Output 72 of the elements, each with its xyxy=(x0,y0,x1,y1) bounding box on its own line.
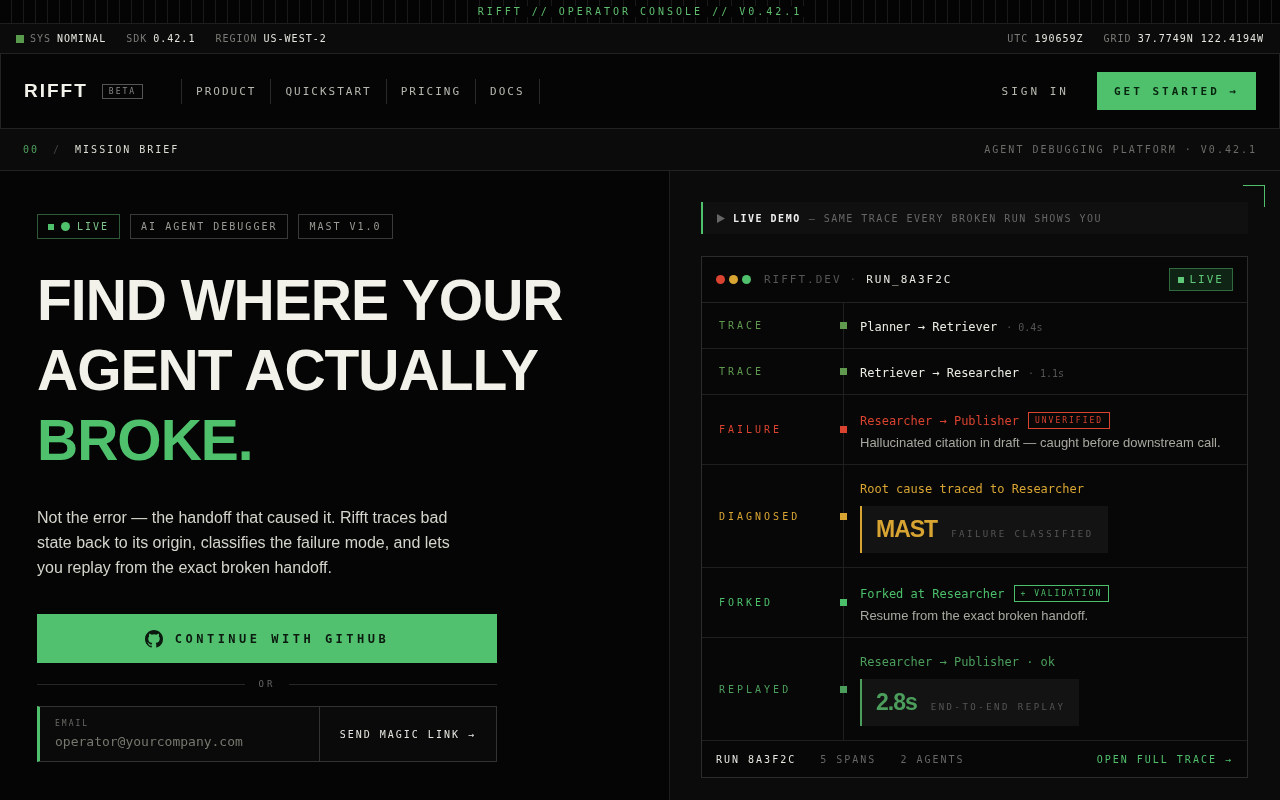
live-dot-icon xyxy=(61,222,70,231)
status-tag: UNVERIFIED xyxy=(1027,412,1111,429)
row-label: FORKED xyxy=(719,597,774,608)
span-title: Researcher → Publisher · ok xyxy=(860,655,1056,669)
live-badge: LIVE xyxy=(1168,268,1233,291)
section-title: MISSION BRIEF xyxy=(75,144,180,155)
email-field[interactable]: operator@yourcompany.com xyxy=(55,734,305,749)
metric-label: END-TO-END REPLAY xyxy=(930,702,1066,712)
duration: · 1.1s xyxy=(1027,367,1065,379)
metric-value: MAST xyxy=(876,516,938,543)
span-count: 5 SPANS xyxy=(820,753,877,765)
tag: AI AGENT DEBUGGER xyxy=(130,214,289,239)
status-value: US-WEST-2 xyxy=(263,33,327,44)
host-label: RIFFT.DEV xyxy=(764,273,842,286)
window-controls-icon xyxy=(716,275,752,284)
status-tag: + VALIDATION xyxy=(1013,585,1110,602)
status-value: 37.7749N 122.4194W xyxy=(1137,33,1264,44)
demo-title: LIVE DEMO xyxy=(733,212,801,224)
status-value: NOMINAL xyxy=(57,33,107,44)
tag-label: LIVE xyxy=(77,221,110,232)
tag: MAST V1.0 xyxy=(298,214,393,239)
row-label: FAILURE xyxy=(719,424,783,435)
platform-meta: AGENT DEBUGGING PLATFORM · V0.42.1 xyxy=(984,144,1257,155)
duration: · 0.4s xyxy=(1006,321,1043,333)
logo[interactable]: RIFFT xyxy=(24,80,88,102)
status-label: REGION xyxy=(215,33,258,44)
beta-badge: BETA xyxy=(101,83,144,99)
nav-link[interactable]: PRODUCT xyxy=(182,78,272,104)
sign-in-button[interactable]: SIGN IN xyxy=(995,83,1075,99)
status-label: SDK xyxy=(126,33,148,44)
get-started-button[interactable]: GET STARTED → xyxy=(1096,72,1256,110)
metric-value: 2.8s xyxy=(876,689,917,716)
square-icon xyxy=(48,223,54,230)
status-indicator-icon xyxy=(16,34,24,43)
play-icon xyxy=(717,213,725,223)
separator: · xyxy=(849,273,859,286)
section-index: 00 xyxy=(23,144,40,155)
span-title: Researcher → Publisher xyxy=(860,413,1019,428)
span-title: Retriever → Researcher xyxy=(860,366,1019,380)
status-label: SYS xyxy=(30,33,52,44)
open-trace-link[interactable]: OPEN FULL TRACE → xyxy=(1096,753,1233,765)
demo-subtitle: — SAME TRACE EVERY BROKEN RUN SHOWS YOU xyxy=(808,212,1102,224)
span-description: Resume from the exact broken handoff. xyxy=(860,608,1090,623)
row-label: DIAGNOSED xyxy=(719,510,801,522)
status-value: 190659Z xyxy=(1034,33,1084,44)
agent-count: 2 AGENTS xyxy=(900,753,965,765)
row-label: TRACE xyxy=(719,320,765,331)
span-description: Hallucinated citation in draft — caught before downstream call. xyxy=(860,435,1221,450)
nav-link[interactable]: PRICING xyxy=(386,78,477,104)
span-title: Forked at Researcher xyxy=(860,586,1005,601)
headline-line: AGENT ACTUALLY xyxy=(37,337,539,404)
span-title: Planner → Retriever xyxy=(860,320,998,334)
divider-label: OR xyxy=(258,679,276,689)
headline-accent: BROKE. xyxy=(37,407,253,474)
status-value: 0.42.1 xyxy=(153,33,196,44)
nav-link[interactable]: DOCS xyxy=(476,78,540,104)
github-button[interactable]: CONTINUE WITH GITHUB xyxy=(37,614,497,663)
send-magic-link-button[interactable]: SEND MAGIC LINK → xyxy=(319,707,496,761)
span-title: Root cause traced to Researcher xyxy=(860,482,1084,496)
nav-link[interactable]: QUICKSTART xyxy=(271,78,387,104)
status-label: GRID xyxy=(1103,33,1132,44)
run-id: RUN_8A3F2C xyxy=(866,273,953,286)
run-id: RUN 8A3F2C xyxy=(716,753,797,765)
field-label: EMAIL xyxy=(55,719,91,728)
hero-description: Not the error — the handoff that caused it. Rifft traces bad state back to its origin, classifies the failure mode, and lets you replay from the exact broken handoff. xyxy=(37,508,451,578)
row-label: TRACE xyxy=(719,366,765,377)
metric-label: FAILURE CLASSIFIED xyxy=(951,529,1094,539)
headline-line: FIND WHERE YOUR xyxy=(37,267,563,334)
status-label: UTC xyxy=(1007,33,1029,44)
github-icon xyxy=(144,629,163,648)
breadcrumb-separator: / xyxy=(53,144,62,155)
row-label: REPLAYED xyxy=(719,683,792,695)
